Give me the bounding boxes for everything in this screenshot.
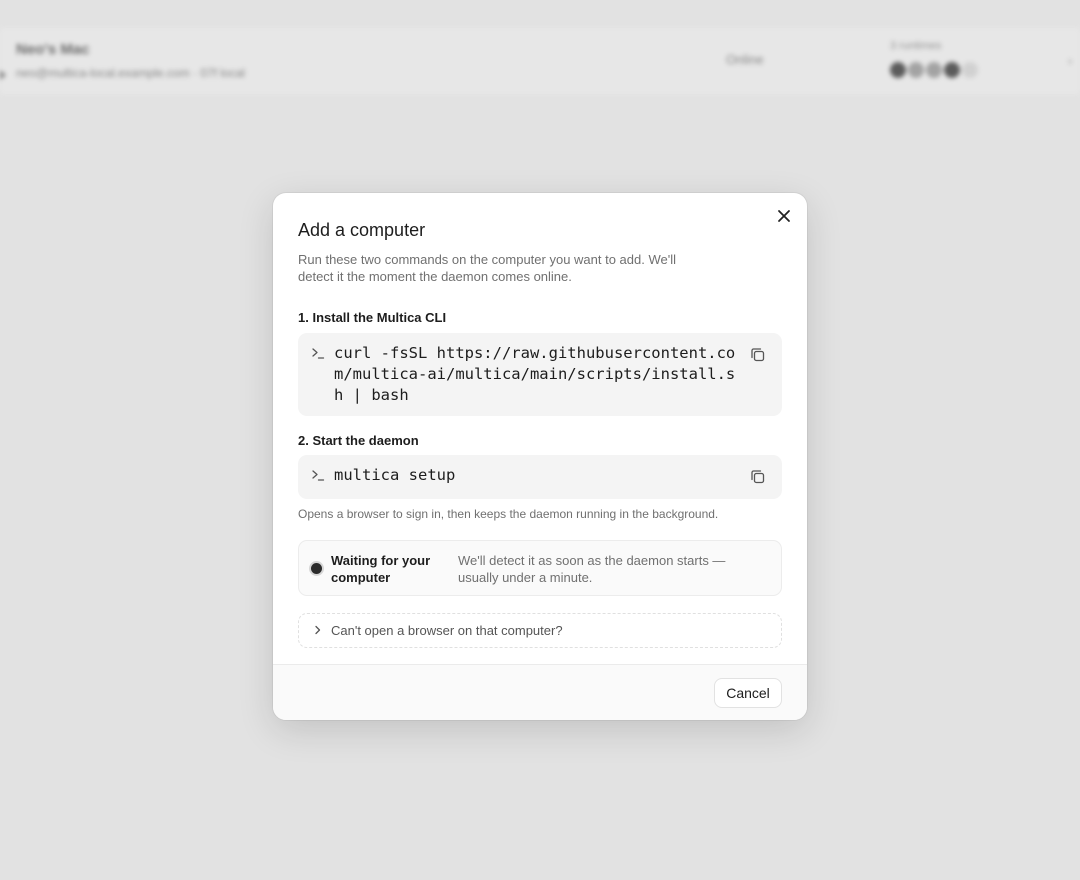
no-browser-label: Can't open a browser on that computer? xyxy=(331,623,563,638)
step-1-title: 1. Install the Multica CLI xyxy=(298,310,447,325)
runtime-avatar xyxy=(926,62,942,78)
background-runtime-avatars xyxy=(890,62,978,78)
close-icon[interactable] xyxy=(773,206,795,228)
close-icon-glyph xyxy=(778,210,790,222)
copy-setup-command-button[interactable] xyxy=(748,467,768,487)
background-runtimes-label: 3 runtimes xyxy=(890,40,942,52)
waiting-status-card: Waiting for your computer We'll detect i… xyxy=(298,540,782,596)
runtime-avatar xyxy=(962,62,978,78)
dialog-description: Run these two commands on the computer y… xyxy=(298,252,676,284)
background-machine-name: Neo's Mac xyxy=(16,41,90,58)
waiting-indicator-icon xyxy=(311,563,322,574)
waiting-title: Waiting for your computer xyxy=(331,553,431,585)
setup-command-text: multica setup xyxy=(334,466,456,484)
terminal-prompt-icon xyxy=(312,348,325,359)
no-browser-disclosure[interactable]: Can't open a browser on that computer? xyxy=(298,613,782,648)
background-edge-icon: › xyxy=(1068,54,1072,68)
chevron-right-icon xyxy=(315,625,321,635)
caret-icon xyxy=(0,70,6,80)
install-command-text: curl -fsSL https://raw.githubusercontent… xyxy=(334,344,736,404)
background-machine-email: neo@multica-local.example.com · 07f loca… xyxy=(16,66,245,80)
runtime-avatar xyxy=(890,62,906,78)
dialog-title: Add a computer xyxy=(298,220,426,240)
dialog-footer: Cancel xyxy=(273,664,807,720)
step-2-title: 2. Start the daemon xyxy=(298,433,419,448)
install-command-block: curl -fsSL https://raw.githubusercontent… xyxy=(298,333,782,416)
runtime-avatar xyxy=(944,62,960,78)
background-runtime-row: Neo's Mac neo@multica-local.example.com … xyxy=(0,28,1080,94)
copy-icon xyxy=(751,470,765,484)
cancel-button[interactable]: Cancel xyxy=(714,678,782,708)
waiting-description: We'll detect it as soon as the daemon st… xyxy=(458,553,726,585)
setup-hint: Opens a browser to sign in, then keeps t… xyxy=(298,507,719,521)
terminal-prompt-icon xyxy=(312,470,325,481)
setup-command-block: multica setup xyxy=(298,455,782,499)
copy-icon xyxy=(751,348,765,362)
background-status: Online xyxy=(726,52,764,67)
add-computer-dialog: Add a computer Run these two commands on… xyxy=(273,193,807,720)
copy-install-command-button[interactable] xyxy=(748,345,768,365)
runtime-avatar xyxy=(908,62,924,78)
